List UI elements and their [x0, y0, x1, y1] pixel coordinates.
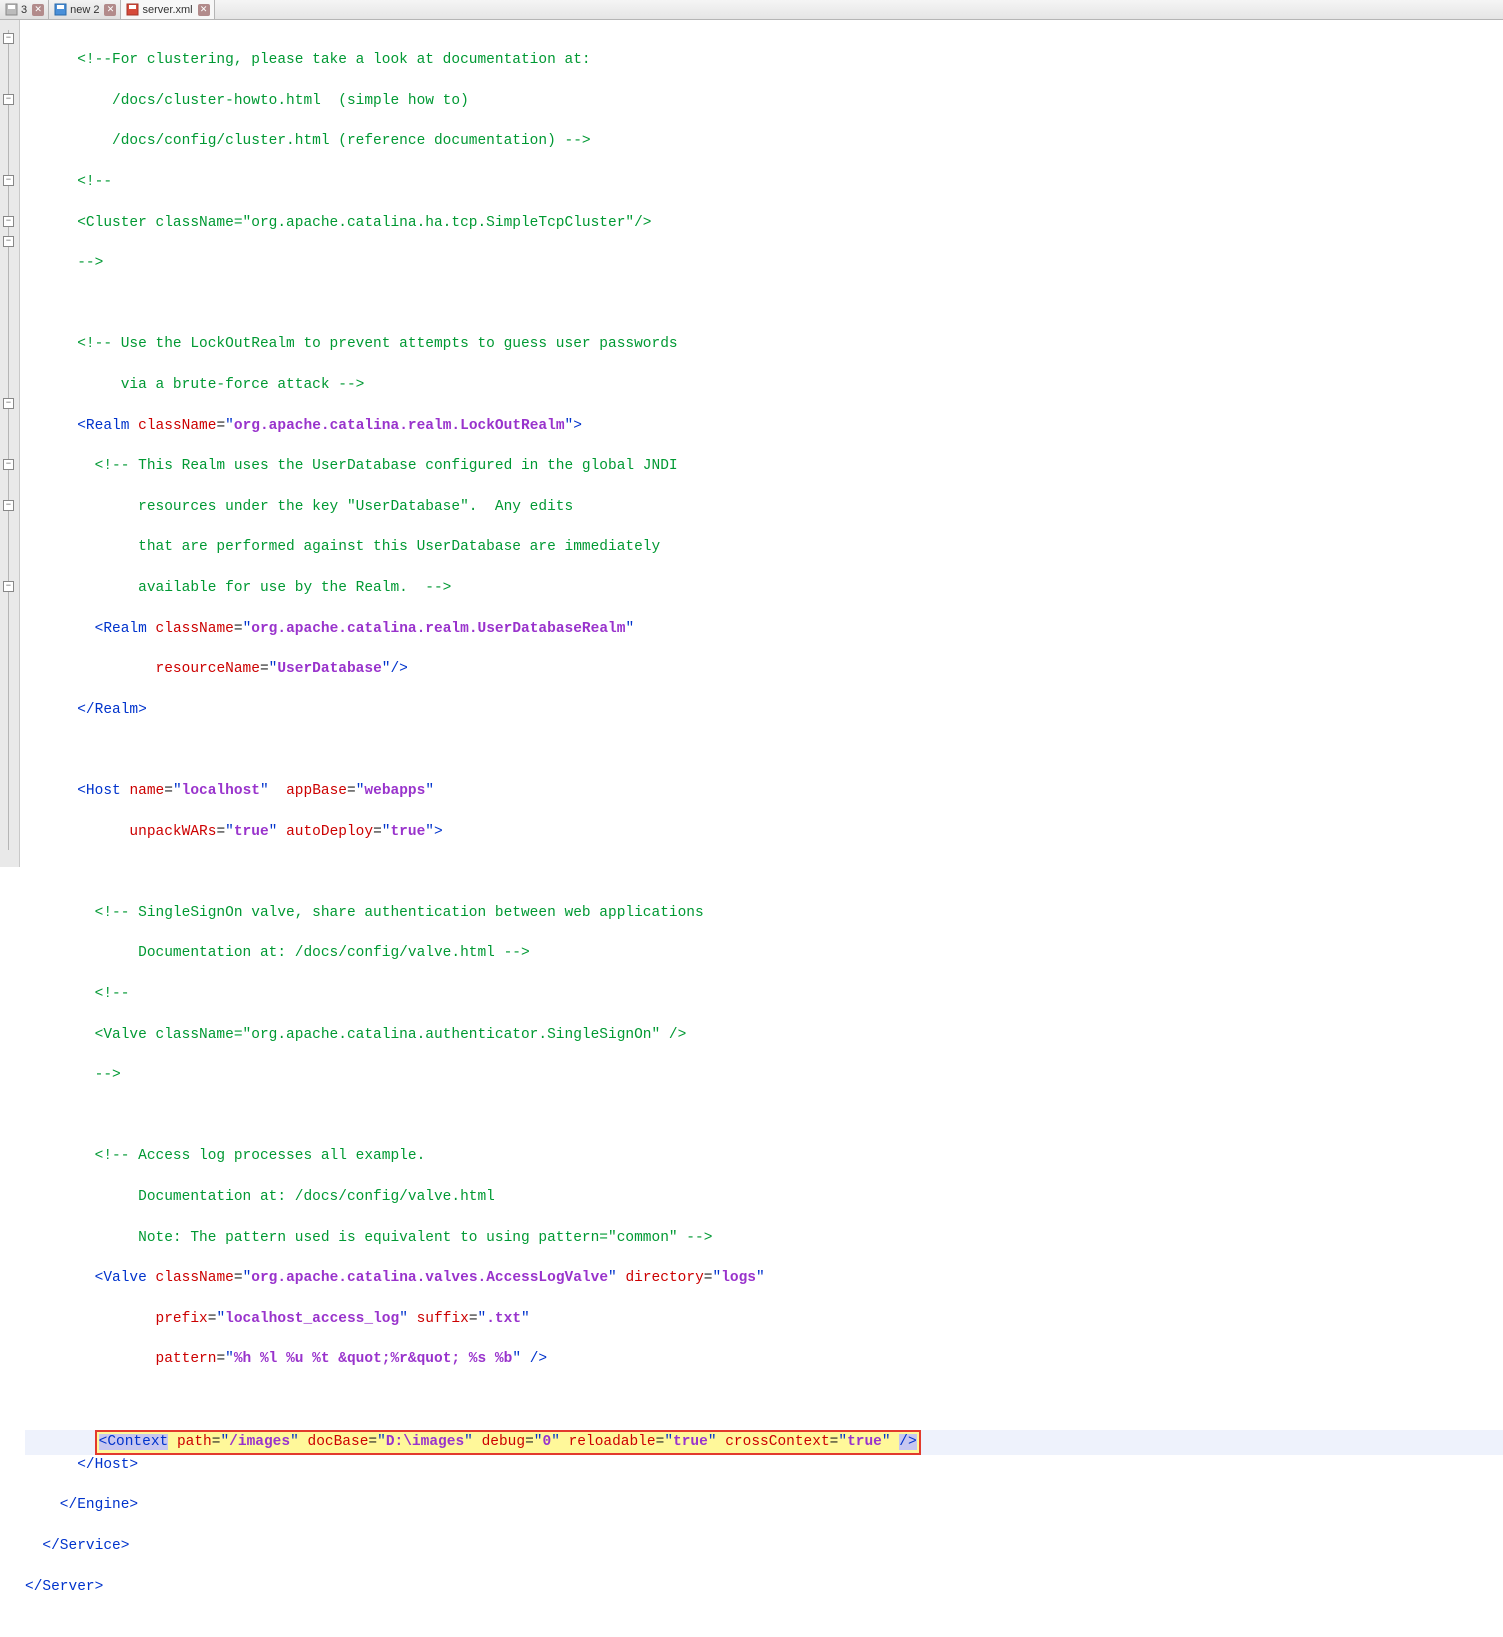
blank-line — [25, 862, 1503, 882]
fold-toggle-icon[interactable]: − — [3, 236, 14, 247]
code-text: <!-- This Realm uses the UserDatabase co… — [25, 458, 678, 474]
fold-toggle-icon[interactable]: − — [3, 216, 14, 227]
disk-red-icon — [125, 3, 139, 17]
code-text: <Valve className="org.apache.catalina.au… — [25, 1027, 686, 1043]
close-icon[interactable]: ✕ — [104, 4, 116, 16]
code-text: /docs/config/cluster.html (reference doc… — [25, 133, 591, 149]
fold-gutter[interactable]: − − − − − − − − − — [0, 20, 20, 867]
code-text: </Engine> — [25, 1497, 138, 1513]
code-line: <Host name="localhost" appBase="webapps" — [25, 781, 1503, 801]
fold-toggle-icon[interactable]: − — [3, 33, 14, 44]
code-text: <!--For clustering, please take a look a… — [25, 52, 591, 68]
tab-label: server.xml — [142, 4, 192, 16]
code-text: Documentation at: /docs/config/valve.htm… — [25, 1189, 495, 1205]
code-text: <!-- — [25, 174, 112, 190]
code-editor[interactable]: <!--For clustering, please take a look a… — [20, 20, 1503, 867]
code-line: pattern="%h %l %u %t &quot;%r&quot; %s %… — [25, 1349, 1503, 1369]
tab-file-serverxml[interactable]: server.xml ✕ — [121, 0, 214, 19]
code-text: </Server> — [25, 1579, 103, 1595]
code-text: /docs/cluster-howto.html (simple how to) — [25, 93, 469, 109]
code-text: <Cluster className="org.apache.catalina.… — [25, 215, 652, 231]
fold-toggle-icon[interactable]: − — [3, 398, 14, 409]
highlight-box: <Context path="/images" docBase="D:\imag… — [95, 1430, 921, 1454]
disk-gray-icon — [4, 3, 18, 17]
code-text: that are performed against this UserData… — [25, 539, 660, 555]
code-line: <Realm className="org.apache.catalina.re… — [25, 619, 1503, 639]
fold-toggle-icon[interactable]: − — [3, 581, 14, 592]
code-text: via a brute-force attack --> — [25, 377, 364, 393]
code-text: --> — [25, 1067, 121, 1083]
blank-line — [25, 740, 1503, 760]
code-text: <!-- Use the LockOutRealm to prevent att… — [25, 336, 678, 352]
blank-line — [25, 1390, 1503, 1410]
highlighted-line: <Context path="/images" docBase="D:\imag… — [25, 1430, 1503, 1454]
code-text: <!-- SingleSignOn valve, share authentic… — [25, 905, 704, 921]
close-icon[interactable]: ✕ — [198, 4, 210, 16]
editor-area: − − − − − − − − − <!--For clustering, pl… — [0, 20, 1503, 867]
fold-toggle-icon[interactable]: − — [3, 500, 14, 511]
fold-toggle-icon[interactable]: − — [3, 94, 14, 105]
code-line: resourceName="UserDatabase"/> — [25, 659, 1503, 679]
fold-toggle-icon[interactable]: − — [3, 175, 14, 186]
code-text: available for use by the Realm. --> — [25, 580, 451, 596]
code-line: unpackWARs="true" autoDeploy="true"> — [25, 822, 1503, 842]
code-text: <!-- Access log processes all example. — [25, 1148, 425, 1164]
code-text: </Service> — [25, 1538, 129, 1554]
tab-file-3[interactable]: 3 ✕ — [0, 0, 49, 19]
close-icon[interactable]: ✕ — [32, 4, 44, 16]
code-text: <!-- — [25, 986, 129, 1002]
code-text: Note: The pattern used is equivalent to … — [25, 1230, 712, 1246]
code-text: Documentation at: /docs/config/valve.htm… — [25, 945, 530, 961]
tab-label: new 2 — [70, 4, 99, 16]
code-line: <Realm className="org.apache.catalina.re… — [25, 416, 1503, 436]
code-line: prefix="localhost_access_log" suffix=".t… — [25, 1309, 1503, 1329]
blank-line — [25, 1106, 1503, 1126]
code-line: <Valve className="org.apache.catalina.va… — [25, 1268, 1503, 1288]
disk-blue-icon — [53, 3, 67, 17]
blank-line — [25, 294, 1503, 314]
tab-file-new2[interactable]: new 2 ✕ — [49, 0, 121, 19]
code-text: --> — [25, 255, 103, 271]
tab-bar: 3 ✕ new 2 ✕ server.xml ✕ — [0, 0, 1503, 20]
code-text: </Host> — [25, 1457, 138, 1473]
tab-label: 3 — [21, 4, 27, 16]
code-text: resources under the key "UserDatabase". … — [25, 499, 573, 515]
code-text: </Realm> — [25, 702, 147, 718]
fold-toggle-icon[interactable]: − — [3, 459, 14, 470]
